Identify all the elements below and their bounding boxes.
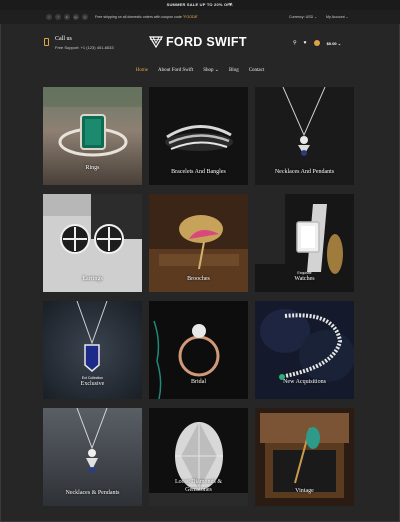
site-header: Call us Free Support: +1 (123) 401-6533 … (0, 24, 400, 62)
category-tile-earrings[interactable]: Earrings (43, 194, 142, 292)
nav-shop[interactable]: Shop ⌄ (198, 64, 224, 78)
category-tile-watches[interactable]: Exquisite Watches (255, 194, 354, 292)
category-label: Necklaces And Pendants (274, 169, 335, 175)
promo-message: Free shipping on all domestic orders wit… (95, 15, 182, 19)
promo-code: "FOOD8" (182, 15, 198, 19)
category-tile-necklaces-and-pendants[interactable]: Necklaces & Pendants (43, 408, 142, 506)
currency-value[interactable]: USD ⌄ (306, 15, 318, 19)
category-grid: Rings Bracelets And Bangles Necklaces An… (43, 87, 354, 506)
category-label: Loose Diamonds & Gemstones (175, 479, 222, 493)
close-icon[interactable]: × (229, 0, 232, 10)
category-label: Necklaces & Pendants (65, 490, 120, 496)
category-prelabel: Exquisite (297, 271, 312, 275)
category-label: Earrings (82, 276, 103, 282)
currency-label: Currency: (289, 15, 305, 19)
category-tile-exclusive[interactable]: Ext Collection Exclusive (43, 301, 142, 399)
currency-selector[interactable]: Currency: USD ⌄ (289, 15, 317, 19)
nav-home[interactable]: Home (131, 64, 153, 78)
logo-mark-icon (149, 36, 163, 48)
header-actions: ⚲ ♥ $0.00 ⌄ (293, 40, 341, 46)
linkedin-icon[interactable]: in (64, 14, 70, 20)
category-tile-bridal[interactable]: Bridal (149, 301, 248, 399)
category-prelabel: Ext Collection (81, 376, 104, 380)
category-tile-vintage[interactable]: Vintage (255, 408, 354, 506)
phone-icon (44, 38, 49, 46)
search-icon[interactable]: ⚲ (293, 40, 297, 46)
main-nav: Home About Ford Swift Shop ⌄ Blog Contac… (0, 64, 400, 78)
category-label: Rings (85, 165, 100, 171)
social-links: t f in g+ p (46, 14, 88, 20)
nav-about[interactable]: About Ford Swift (153, 64, 198, 78)
category-tile-rings[interactable]: Rings (43, 87, 142, 185)
wishlist-icon[interactable]: ♥ (304, 40, 307, 46)
twitter-icon[interactable]: t (46, 14, 52, 20)
category-tile-brooches[interactable]: Brooches (149, 194, 248, 292)
nav-contact[interactable]: Contact (244, 64, 270, 78)
brand-name: FORD SWIFT (166, 35, 247, 49)
utility-bar: t f in g+ p Free shipping on all domesti… (0, 10, 400, 24)
category-label: Watches (294, 276, 315, 282)
announcement-text: SUMMER SALE UP TO 20% OFF. (166, 2, 234, 7)
call-us-title: Call us (55, 36, 72, 42)
announcement-bar: SUMMER SALE UP TO 20% OFF. × (0, 0, 400, 10)
category-label: Bridal (191, 379, 206, 385)
category-tile-necklaces-pendants[interactable]: Necklaces And Pendants (255, 87, 354, 185)
category-tile-new-acquisitions[interactable]: New Acquisitions (255, 301, 354, 399)
account-menu[interactable]: My Account ⌄ (326, 15, 349, 19)
category-label: New Acquisitions (283, 379, 326, 385)
promo-text: Free shipping on all domestic orders wit… (95, 15, 198, 19)
cart-total[interactable]: $0.00 ⌄ (327, 41, 341, 46)
category-tile-bracelets[interactable]: Bracelets And Bangles (149, 87, 248, 185)
support-phone[interactable]: Free Support: +1 (123) 401-6533 (55, 45, 114, 50)
category-tile-loose-diamonds[interactable]: Loose Diamonds & Gemstones (149, 408, 248, 506)
pinterest-icon[interactable]: p (82, 14, 88, 20)
nav-blog[interactable]: Blog (224, 64, 244, 78)
google-plus-icon[interactable]: g+ (73, 14, 79, 20)
facebook-icon[interactable]: f (55, 14, 61, 20)
category-label: Brooches (187, 276, 210, 282)
cart-icon[interactable] (313, 40, 320, 46)
brand-logo[interactable]: FORD SWIFT (149, 35, 247, 49)
category-label: Vintage (295, 488, 314, 494)
category-label: Exclusive (80, 381, 105, 387)
category-label: Bracelets And Bangles (171, 169, 226, 175)
